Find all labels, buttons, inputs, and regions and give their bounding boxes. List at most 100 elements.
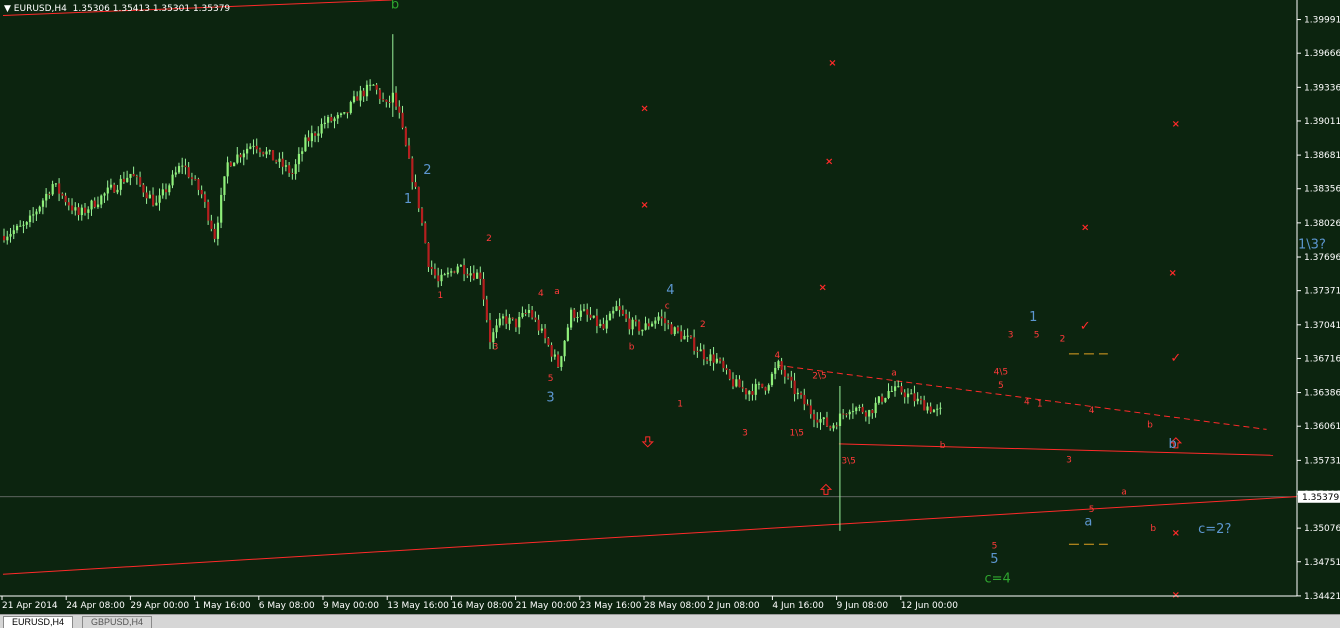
bull-candle (96, 204, 100, 208)
bull-candle (301, 151, 304, 154)
bull-candle (851, 411, 855, 413)
wave-label: c=4 (985, 572, 1011, 587)
bear-candle (288, 165, 291, 173)
bull-candle (605, 320, 608, 329)
bear-candle (395, 92, 398, 107)
wave-label: 4 (1024, 398, 1030, 408)
bear-candle (61, 193, 64, 196)
bear-candle (479, 272, 482, 279)
bull-candle (116, 189, 119, 193)
bear-candle (602, 323, 605, 329)
wave-label: 5 (990, 552, 998, 567)
bull-candle (155, 202, 158, 206)
high-value: 1.35413 (112, 4, 150, 14)
bull-candle (939, 407, 942, 409)
bull-candle (12, 230, 15, 234)
bull-candle (877, 396, 880, 403)
cross-marker-icon: × (1172, 528, 1180, 539)
bear-candle (408, 145, 411, 159)
price-chart[interactable]: ××××××××××✓✓ b212134 a534cb21432\51\53\5a… (0, 0, 1340, 627)
collapse-triangle-icon[interactable]: ▼ (4, 4, 11, 14)
bear-candle (388, 101, 391, 103)
bear-candle (356, 96, 359, 101)
bear-candle (139, 177, 142, 185)
price-tick-label: 1.38356 (1304, 185, 1340, 195)
bull-candle (579, 310, 582, 317)
bull-candle (80, 207, 83, 216)
bear-candle (725, 368, 728, 371)
wave-label: 2 (423, 163, 431, 178)
bear-candle (537, 319, 540, 331)
bull-candle (884, 397, 887, 402)
bull-candle (41, 200, 45, 207)
bull-candle (874, 402, 877, 414)
bear-candle (793, 380, 796, 395)
bull-candle (608, 313, 612, 321)
bull-candle (651, 323, 654, 327)
wave-label: 4 (1089, 406, 1095, 416)
bear-candle (122, 178, 126, 182)
bear-candle (660, 316, 663, 319)
bull-candle (359, 90, 362, 101)
bull-candle (631, 319, 634, 330)
bear-candle (787, 376, 790, 378)
time-tick-label: 2 Jun 08:00 (708, 601, 760, 611)
bear-candle (485, 299, 488, 321)
tab-gbpusd[interactable]: GBPUSD,H4 (82, 616, 153, 628)
bull-candle (352, 96, 356, 103)
time-tick-label: 13 May 16:00 (387, 601, 449, 611)
price-tick-label: 1.36716 (1304, 354, 1340, 364)
bear-candle (842, 413, 845, 415)
bear-candle (702, 349, 706, 360)
bear-candle (398, 106, 401, 113)
bear-candle (417, 186, 420, 209)
bull-candle (109, 184, 113, 188)
bear-candle (531, 309, 534, 318)
wave-label: a (554, 287, 560, 297)
bull-candle (15, 225, 19, 231)
bear-candle (761, 383, 764, 388)
bull-candle (735, 379, 738, 387)
bear-candle (595, 315, 599, 327)
bear-candle (744, 388, 748, 395)
price-tick-label: 1.35076 (1304, 524, 1340, 534)
wave-label: 1 (1037, 400, 1043, 410)
bull-candle (599, 323, 602, 327)
bull-candle (372, 84, 375, 86)
bear-candle (194, 179, 197, 181)
wave-label: 3 (546, 390, 554, 405)
bull-candle (443, 274, 446, 276)
time-tick-label: 28 May 08:00 (644, 601, 706, 611)
bull-candle (757, 383, 761, 385)
bull-candle (540, 328, 544, 331)
bull-candle (339, 113, 343, 115)
bull-candle (265, 151, 268, 155)
bear-candle (719, 358, 722, 361)
bear-candle (463, 265, 466, 275)
bull-candle (32, 214, 35, 216)
bull-candle (216, 222, 220, 239)
wave-label: 1 (438, 291, 444, 301)
low-value: 1.35301 (152, 4, 191, 14)
bear-candle (676, 327, 680, 332)
bear-candle (67, 202, 70, 206)
bull-candle (19, 225, 22, 227)
wave-label: 5 (992, 541, 998, 551)
time-tick-label: 21 Apr 2014 (2, 601, 58, 611)
bull-candle (777, 361, 780, 368)
bear-candle (913, 393, 916, 402)
bull-candle (644, 323, 647, 330)
bear-candle (152, 194, 155, 206)
bear-candle (184, 165, 187, 168)
time-tick-label: 21 May 00:00 (516, 601, 578, 611)
bull-candle (327, 116, 330, 123)
bear-candle (281, 158, 284, 167)
bull-candle (161, 189, 164, 196)
bull-candle (74, 207, 77, 211)
bear-candle (207, 201, 210, 221)
cross-marker-icon: × (1172, 119, 1180, 130)
bull-candle (320, 124, 323, 134)
bull-candle (317, 133, 320, 136)
tab-eurusd[interactable]: EURUSD,H4 (3, 616, 74, 628)
bull-candle (887, 391, 890, 398)
